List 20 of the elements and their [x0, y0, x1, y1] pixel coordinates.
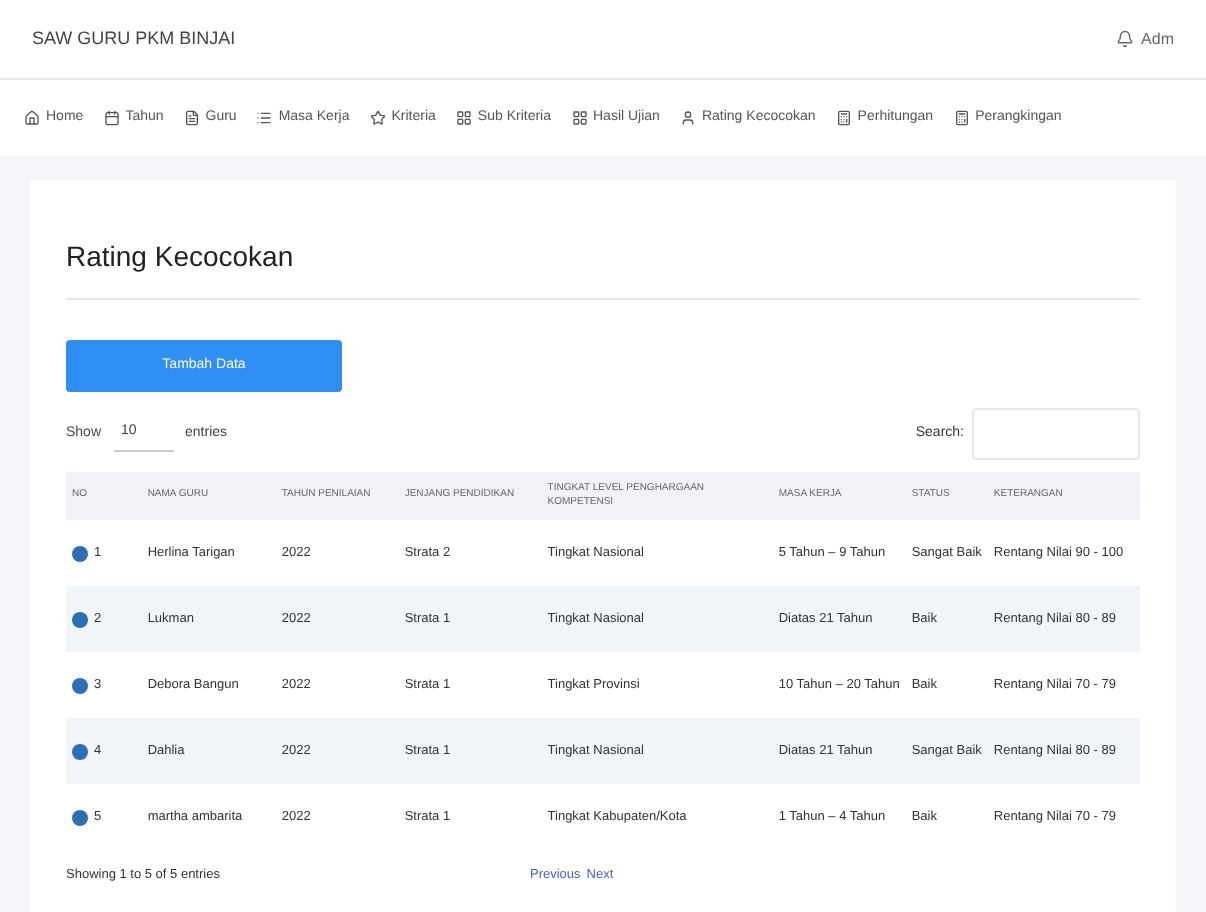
expand-icon[interactable] [72, 677, 88, 693]
bell-icon[interactable] [1115, 30, 1134, 48]
star-icon [369, 110, 386, 126]
expand-icon[interactable] [72, 743, 88, 759]
home-icon [24, 110, 40, 126]
app-title: SAW GURU PKM BINJAI [32, 25, 236, 52]
calculator-icon [835, 110, 852, 126]
grid-icon [455, 110, 472, 126]
user-name[interactable]: Adm [1141, 27, 1174, 51]
expand-icon[interactable] [72, 611, 88, 627]
expand-icon[interactable] [72, 545, 88, 561]
calculator-icon [953, 110, 970, 126]
page-title: Rating Kecocokan [66, 236, 1140, 300]
user-icon [679, 110, 696, 126]
calendar-icon [103, 110, 120, 126]
list-icon [256, 110, 273, 126]
expand-icon[interactable] [72, 809, 88, 825]
grid-icon [571, 110, 587, 126]
document-icon [183, 110, 200, 126]
search-field[interactable] [972, 408, 1140, 460]
